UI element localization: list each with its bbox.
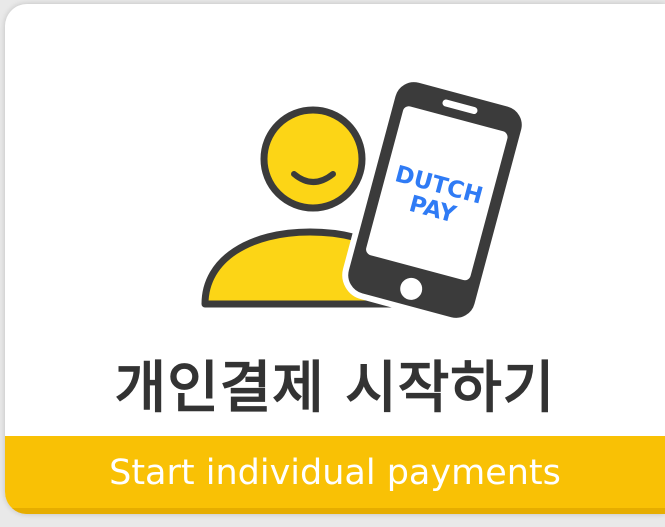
start-individual-payment-card[interactable]: DUTCH PAY 개인결제 시작하기 Start individual pay… xyxy=(5,4,665,514)
card-title: 개인결제 시작하기 xyxy=(114,356,556,421)
subtitle-bar[interactable]: Start individual payments xyxy=(5,436,665,514)
smartphone-icon: DUTCH PAY xyxy=(342,76,528,324)
card-subtitle: Start individual payments xyxy=(109,453,561,493)
dutch-pay-illustration: DUTCH PAY xyxy=(201,76,528,324)
